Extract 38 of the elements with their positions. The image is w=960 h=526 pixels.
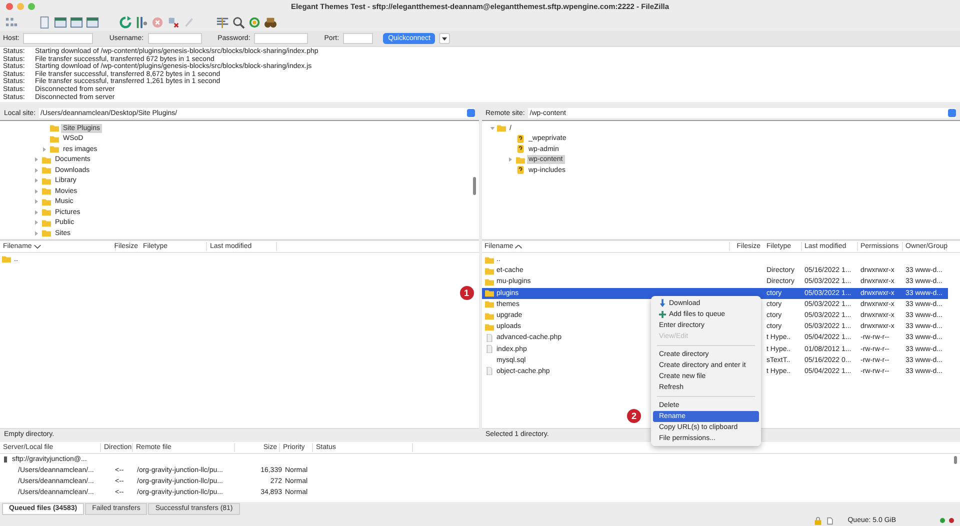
question-mark-icon: [516, 134, 524, 143]
collapse-arrow-icon[interactable]: [490, 126, 494, 130]
question-mark-icon: [516, 166, 524, 174]
scrollbar-thumb[interactable]: [954, 456, 957, 464]
panel-icon[interactable]: [86, 16, 99, 28]
expand-arrow-icon[interactable]: [508, 157, 512, 162]
filter-icon[interactable]: [135, 16, 148, 28]
grid-icon[interactable]: [5, 16, 18, 28]
cancel-icon[interactable]: [151, 16, 164, 28]
host-field[interactable]: [23, 33, 94, 44]
close-button[interactable]: [6, 3, 13, 10]
search-icon[interactable]: [232, 16, 245, 28]
file-icon: [484, 367, 494, 376]
panel-icon[interactable]: [54, 16, 67, 28]
scrollbar-thumb[interactable]: [472, 177, 476, 195]
refresh-icon[interactable]: [119, 16, 132, 28]
list-icon[interactable]: [216, 16, 229, 28]
server-icon: [4, 456, 7, 463]
question-mark-icon: [516, 145, 524, 154]
down-arrow-icon: [659, 299, 666, 308]
zoom-button[interactable]: [28, 3, 35, 10]
folder-icon: [496, 124, 506, 132]
history-dropdown[interactable]: [439, 33, 450, 44]
lock-icon: [814, 516, 822, 524]
caret-icon: [442, 36, 448, 40]
username-field[interactable]: [148, 33, 202, 44]
folder-icon: [516, 156, 524, 164]
port-field[interactable]: [343, 33, 374, 44]
binoculars-icon[interactable]: [264, 16, 277, 28]
document-icon: [826, 516, 834, 524]
disconnect-icon[interactable]: [167, 16, 180, 28]
plus-icon: [659, 310, 666, 319]
sync-icon[interactable]: [248, 16, 261, 28]
password-field[interactable]: [254, 33, 308, 44]
panel-icon[interactable]: [70, 16, 83, 28]
folder-icon: [2, 255, 11, 263]
document-icon[interactable]: [38, 16, 51, 28]
minimize-button[interactable]: [17, 3, 24, 10]
